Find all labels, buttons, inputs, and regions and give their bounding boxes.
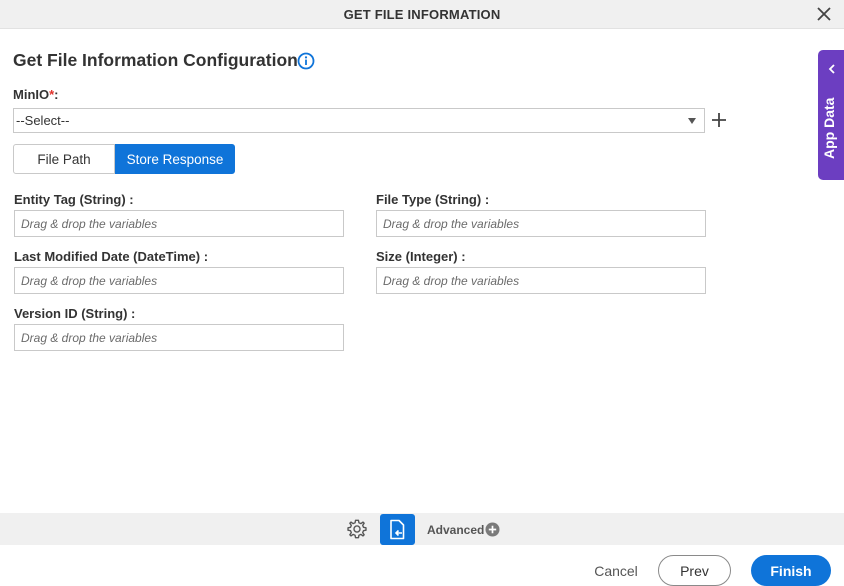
gear-icon[interactable] xyxy=(346,518,368,540)
advanced-label[interactable]: Advanced xyxy=(427,523,484,537)
last-modified-date-placeholder: Drag & drop the variables xyxy=(21,274,158,288)
close-icon[interactable] xyxy=(816,6,832,22)
app-data-label: App Data xyxy=(821,97,837,159)
app-data-panel-toggle[interactable]: App Data xyxy=(818,50,844,180)
entity-tag-label: Entity Tag (String) : xyxy=(14,192,134,207)
entity-tag-field[interactable]: Drag & drop the variables xyxy=(14,210,344,237)
tab-file-path[interactable]: File Path xyxy=(13,144,115,174)
size-label: Size (Integer) : xyxy=(376,249,466,264)
minio-label-suffix: : xyxy=(54,87,59,102)
file-return-button[interactable] xyxy=(380,514,415,545)
cancel-button[interactable]: Cancel xyxy=(583,555,649,586)
get-file-information-dialog: GET FILE INFORMATION Get File Informatio… xyxy=(0,0,844,586)
chevron-left-icon xyxy=(828,64,835,74)
minio-label-text: MinIO xyxy=(13,87,50,102)
plus-circle-icon[interactable] xyxy=(485,522,500,537)
dialog-header: GET FILE INFORMATION xyxy=(0,0,844,29)
last-modified-date-label: Last Modified Date (DateTime) : xyxy=(14,249,209,264)
version-id-placeholder: Drag & drop the variables xyxy=(21,331,158,345)
version-id-field[interactable]: Drag & drop the variables xyxy=(14,324,344,351)
dialog-title: GET FILE INFORMATION xyxy=(343,7,501,22)
version-id-label: Version ID (String) : xyxy=(14,306,136,321)
size-placeholder: Drag & drop the variables xyxy=(383,274,520,288)
tab-store-response[interactable]: Store Response xyxy=(115,144,235,174)
bottom-toolbar xyxy=(0,513,844,545)
minio-select[interactable]: --Select-- xyxy=(13,108,705,133)
info-icon[interactable] xyxy=(297,52,315,70)
last-modified-date-field[interactable]: Drag & drop the variables xyxy=(14,267,344,294)
size-field[interactable]: Drag & drop the variables xyxy=(376,267,706,294)
entity-tag-placeholder: Drag & drop the variables xyxy=(21,217,158,231)
minio-select-value: --Select-- xyxy=(16,113,70,128)
section-title: Get File Information Configuration xyxy=(13,50,298,70)
tab-group: File Path Store Response xyxy=(13,144,235,174)
file-type-field[interactable]: Drag & drop the variables xyxy=(376,210,706,237)
file-return-icon xyxy=(390,519,405,540)
minio-label: MinIO*: xyxy=(13,87,59,102)
plus-icon[interactable] xyxy=(711,112,727,128)
chevron-down-icon xyxy=(688,118,696,124)
file-type-placeholder: Drag & drop the variables xyxy=(383,217,520,231)
prev-button[interactable]: Prev xyxy=(658,555,731,586)
finish-button[interactable]: Finish xyxy=(751,555,831,586)
file-type-label: File Type (String) : xyxy=(376,192,490,207)
